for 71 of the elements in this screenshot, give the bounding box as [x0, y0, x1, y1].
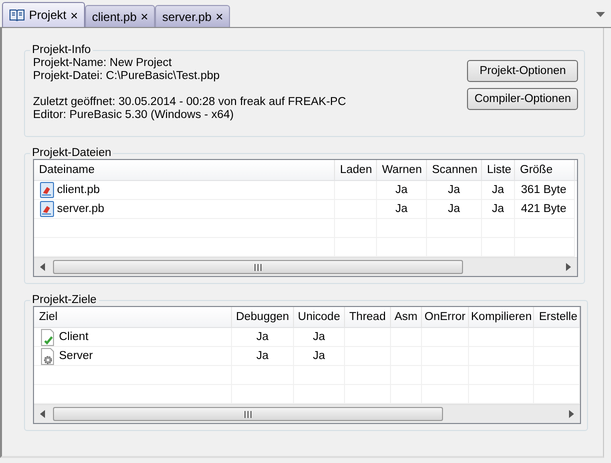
file-icon [40, 201, 54, 217]
column-header[interactable]: Laden [335, 160, 377, 180]
scroll-left-icon[interactable] [40, 410, 45, 418]
tab-label: Projekt [29, 8, 66, 22]
scroll-right-icon[interactable] [569, 410, 574, 418]
horizontal-scrollbar[interactable] [34, 404, 580, 423]
table-cell: Ja [427, 200, 482, 219]
column-header[interactable]: OnError [422, 307, 469, 327]
file-name: server.pb [57, 203, 104, 215]
file-icon [40, 182, 54, 198]
table-cell [534, 347, 580, 366]
column-header[interactable]: Erstelle [534, 307, 580, 327]
scrollbar-thumb[interactable] [53, 407, 443, 421]
table-cell: Ja [377, 200, 427, 219]
dropdown-arrow-icon[interactable] [596, 12, 605, 17]
table-cell: 361 Byte [515, 181, 575, 200]
group-title: Projekt-Info [31, 44, 92, 56]
book-icon [9, 9, 25, 21]
document-gear-icon [40, 348, 56, 364]
table-cell: Ja [294, 328, 345, 347]
column-header[interactable]: Liste [482, 160, 515, 180]
column-header[interactable]: Größe [515, 160, 575, 180]
target-name: Client [59, 331, 88, 343]
group-title: Projekt-Ziele [31, 294, 98, 306]
column-header[interactable]: Debuggen [232, 307, 294, 327]
file-name: client.pb [57, 184, 100, 196]
column-header[interactable]: Dateiname [34, 160, 335, 180]
empty-cell [534, 366, 580, 385]
target-name: Server [59, 350, 93, 362]
table-cell: Ja [427, 181, 482, 200]
tab[interactable]: client.pb × [84, 5, 156, 27]
tab[interactable]: Projekt × [2, 2, 85, 27]
horizontal-scrollbar[interactable] [34, 257, 577, 276]
table-cell [391, 328, 422, 347]
column-header[interactable]: Ziel [34, 307, 232, 327]
table-cell [345, 328, 391, 347]
scroll-right-icon[interactable] [566, 263, 571, 271]
column-header[interactable]: Scannen [427, 160, 482, 180]
table-cell: Ja [482, 200, 515, 219]
scrollbar-thumb[interactable] [53, 260, 463, 274]
column-header[interactable]: Thread [345, 307, 391, 327]
options-button[interactable]: Compiler-Optionen [467, 88, 578, 110]
document-check-icon [40, 328, 56, 346]
close-icon[interactable]: × [216, 9, 224, 24]
tab-label: client.pb [92, 10, 137, 24]
grip-icon [244, 410, 252, 418]
table-cell: Ja [377, 181, 427, 200]
table-cell: Ja [232, 347, 294, 366]
column-header[interactable]: Asm [391, 307, 422, 327]
close-icon[interactable]: × [140, 9, 148, 24]
table-cell: Ja [232, 328, 294, 347]
info-text: Editor: PureBasic 5.30 (Windows - x64) [33, 109, 234, 121]
table-cell [469, 328, 534, 347]
table-cell [534, 328, 580, 347]
tab[interactable]: server.pb × [155, 5, 230, 27]
group-title: Projekt-Dateien [31, 147, 112, 159]
info-text: Projekt-Datei: C:\PureBasic\Test.pbp [33, 70, 220, 82]
column-header[interactable]: Kompilieren [469, 307, 534, 327]
column-header[interactable]: Unicode [294, 307, 345, 327]
column-header[interactable]: Warnen [377, 160, 427, 180]
scroll-left-icon[interactable] [40, 263, 45, 271]
grip-icon [254, 264, 262, 270]
table-cell: Ja [482, 181, 515, 200]
info-text: Projekt-Name: New Project [33, 57, 172, 69]
info-text: Zuletzt geöffnet: 30.05.2014 - 00:28 von freak auf FREAK-PC [33, 96, 346, 108]
table-cell [422, 328, 469, 347]
tab-label: server.pb [162, 10, 212, 24]
close-icon[interactable]: × [70, 8, 78, 22]
table-cell: Ja [294, 347, 345, 366]
table-cell: 421 Byte [515, 200, 575, 219]
options-button[interactable]: Projekt-Optionen [467, 60, 578, 82]
